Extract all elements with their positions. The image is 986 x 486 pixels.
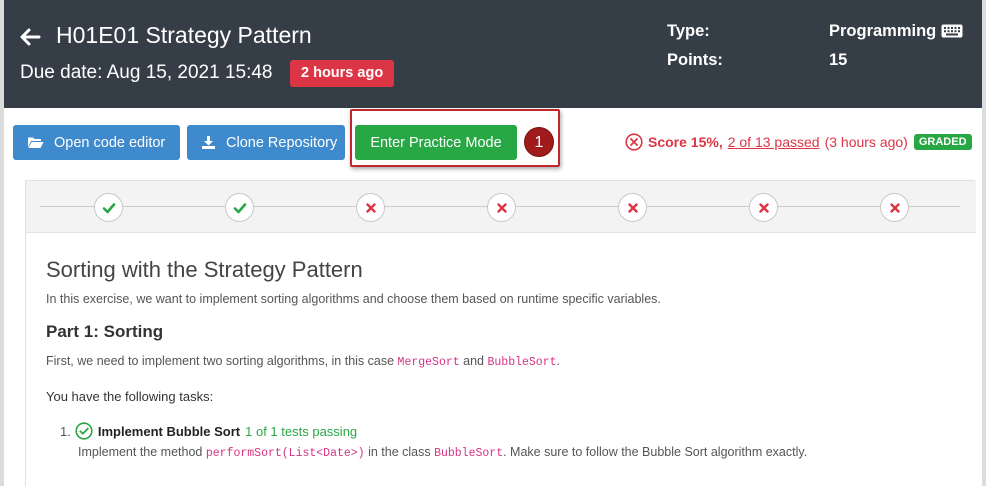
part1-text: First, we need to implement two sorting …	[46, 354, 398, 368]
arrow-left-icon[interactable]	[18, 25, 42, 49]
open-code-editor-label: Open code editor	[54, 134, 166, 151]
task-row: 1. Implement Bubble Sort 1 of 1 tests pa…	[60, 422, 966, 440]
part1-end: .	[556, 354, 560, 368]
test-progress-strip	[26, 181, 976, 233]
score-text: Score 15%,	[648, 134, 723, 150]
task-number: 1.	[60, 423, 71, 439]
score-time: (3 hours ago)	[824, 134, 908, 150]
times-icon	[365, 202, 376, 213]
check-icon	[102, 202, 115, 213]
code-mergesort: MergeSort	[397, 356, 460, 369]
due-date-badge: 2 hours ago	[290, 60, 395, 87]
test-result-failed[interactable]	[356, 193, 385, 222]
keyboard-icon	[941, 24, 963, 38]
score-summary: Score 15%, 2 of 13 passed (3 hours ago) …	[625, 132, 972, 152]
part1-heading: Part 1: Sorting	[46, 322, 164, 341]
type-value-text: Programming	[829, 22, 937, 40]
part1-paragraph: First, we need to implement two sorting …	[46, 354, 966, 369]
test-result-passed[interactable]	[94, 193, 123, 222]
type-label: Type:	[667, 22, 710, 40]
test-result-failed[interactable]	[487, 193, 516, 222]
score-results-link[interactable]: 2 of 13 passed	[728, 134, 820, 150]
task-item: 1. Implement Bubble Sort 1 of 1 tests pa…	[60, 422, 966, 460]
download-icon	[202, 136, 215, 149]
clone-repository-label: Clone Repository	[226, 134, 338, 151]
problem-statement-panel: Sorting with the Strategy Pattern In thi…	[25, 180, 976, 486]
exercise-title: H01E01 Strategy Pattern	[56, 22, 312, 48]
times-icon	[496, 202, 507, 213]
points-label: Points:	[667, 51, 723, 69]
points-value: 15	[829, 51, 848, 69]
clone-repository-button[interactable]: Clone Repository	[187, 125, 345, 160]
folder-open-icon	[28, 137, 44, 148]
code-bubblesort-class: BubbleSort	[434, 447, 504, 460]
test-result-failed[interactable]	[749, 193, 778, 222]
code-performsort: performSort(List<Date>)	[205, 447, 365, 460]
graded-badge: GRADED	[913, 134, 972, 150]
times-icon	[758, 202, 769, 213]
check-icon	[233, 202, 246, 213]
tasks-intro: You have the following tasks:	[46, 389, 214, 404]
task-description: Implement the method performSort(List<Da…	[78, 445, 966, 460]
check-circle-icon	[75, 422, 93, 440]
test-result-failed[interactable]	[618, 193, 647, 222]
part1-and: and	[459, 354, 488, 368]
times-circle-icon	[625, 133, 643, 151]
problem-intro: In this exercise, we want to implement s…	[46, 292, 661, 306]
problem-title: Sorting with the Strategy Pattern	[46, 257, 363, 282]
open-code-editor-button[interactable]: Open code editor	[13, 125, 180, 160]
task-desc-text: Implement the method	[78, 445, 206, 459]
task-name: Implement Bubble Sort	[97, 423, 241, 439]
times-icon	[627, 202, 638, 213]
step-marker: 1	[524, 127, 554, 157]
exercise-header: H01E01 Strategy Pattern Due date: Aug 15…	[4, 0, 982, 108]
type-value: Programming	[829, 22, 963, 41]
app-frame: H01E01 Strategy Pattern Due date: Aug 15…	[0, 0, 986, 486]
problem-statement: Sorting with the Strategy Pattern In thi…	[46, 257, 966, 460]
times-icon	[889, 202, 900, 213]
task-test-status[interactable]: 1 of 1 tests passing	[245, 424, 357, 439]
test-result-passed[interactable]	[225, 193, 254, 222]
task-desc-end: . Make sure to follow the Bubble Sort al…	[503, 445, 808, 459]
test-result-failed[interactable]	[880, 193, 909, 222]
due-date: Due date: Aug 15, 2021 15:48	[20, 62, 273, 83]
code-bubblesort: BubbleSort	[487, 356, 557, 369]
task-desc-mid: in the class	[364, 445, 435, 459]
